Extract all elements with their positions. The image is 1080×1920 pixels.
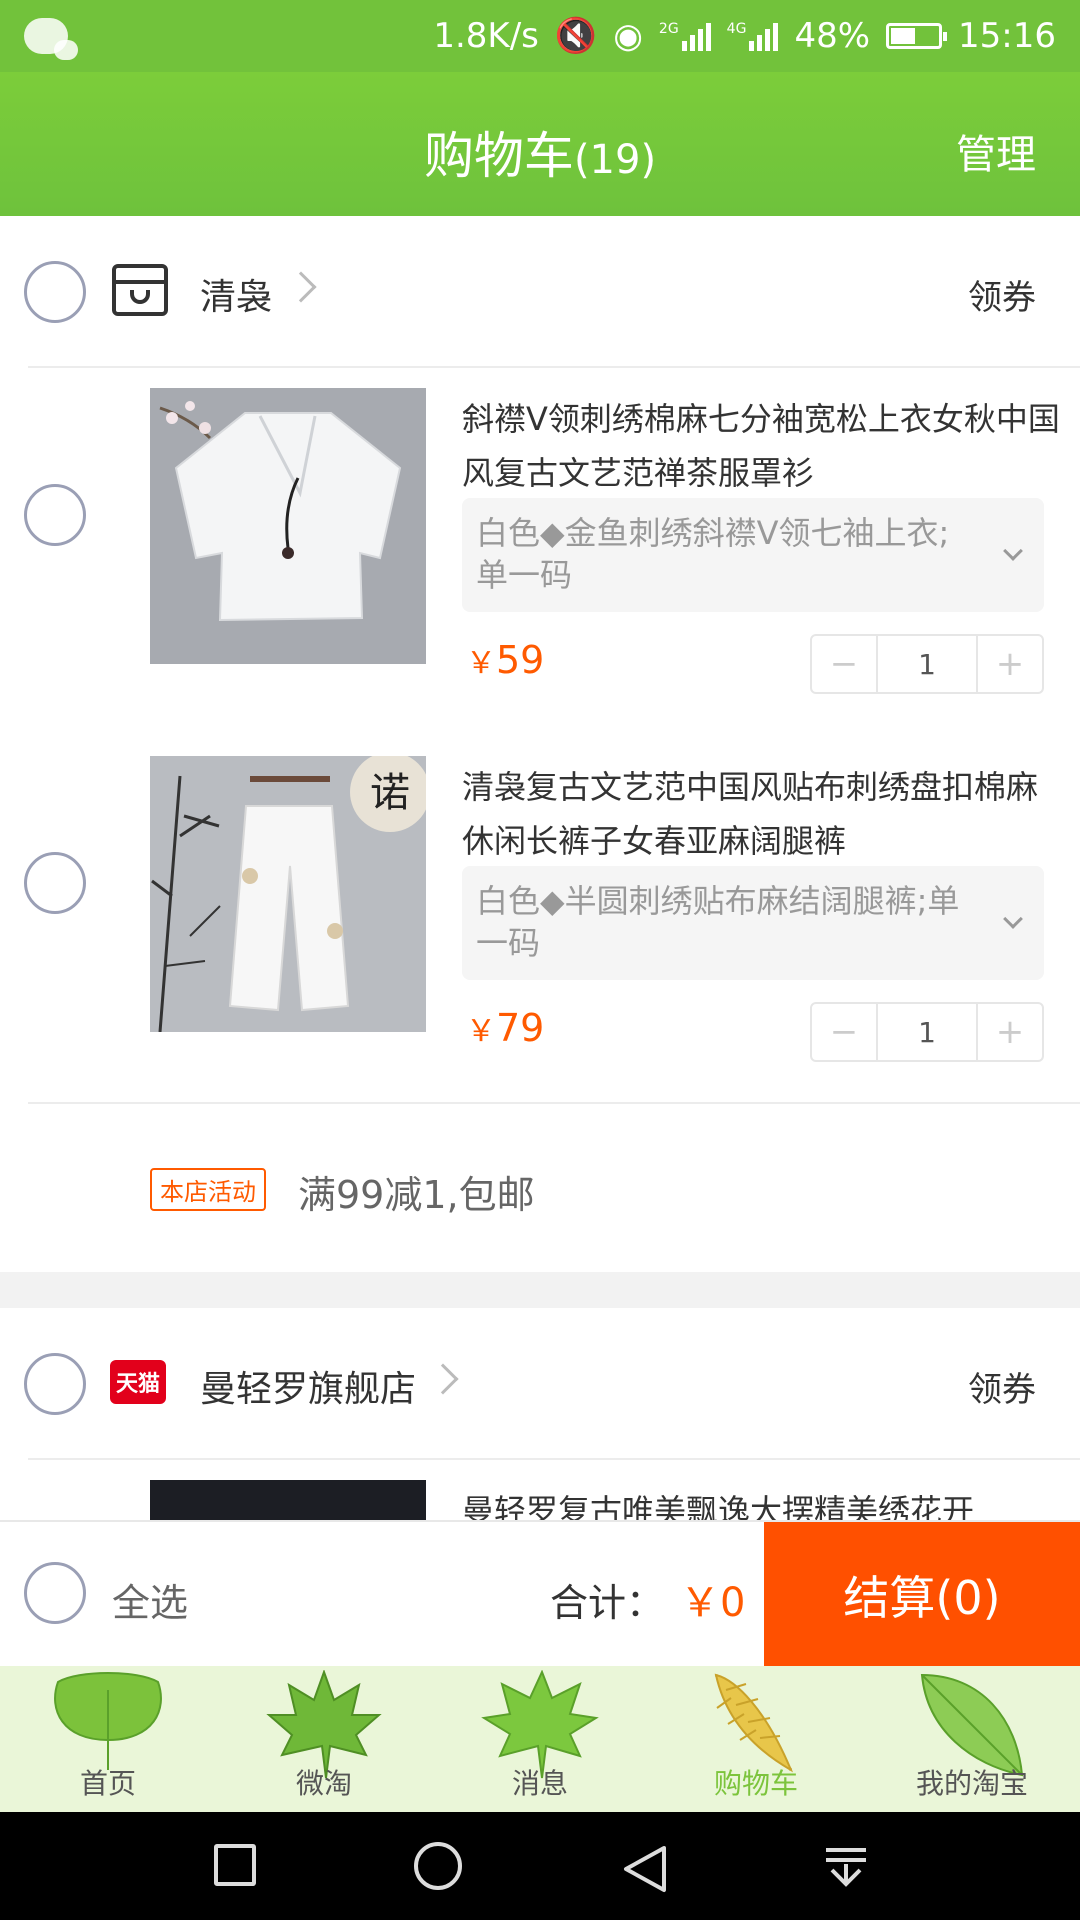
- manage-button[interactable]: 管理: [956, 122, 1036, 180]
- status-bar: 1.8K/s 🔇 ◉ 2G 4G 48% 15:16: [0, 0, 1080, 72]
- sku-selector[interactable]: 白色◆半圆刺绣贴布麻结阔腿裤;单一码: [462, 866, 1044, 980]
- total-value: ￥0: [680, 1580, 746, 1626]
- shop-promotion[interactable]: 本店活动 满99减1,包邮: [0, 1104, 1080, 1272]
- product-title[interactable]: 斜襟V领刺绣棉麻七分袖宽松上衣女秋中国风复古文艺范禅茶服罩衫: [462, 392, 1062, 500]
- checkout-bar: 全选 合计： ￥0 结算(0): [0, 1520, 1080, 1668]
- notification-pulldown-icon[interactable]: [822, 1844, 870, 1892]
- product-image[interactable]: [150, 388, 426, 664]
- promo-text: 满99减1,包邮: [298, 1173, 535, 1217]
- store-icon: [112, 264, 168, 316]
- coupon-button[interactable]: 领券: [968, 270, 1036, 319]
- quantity-value[interactable]: 1: [876, 636, 978, 692]
- section-gap: [0, 1272, 1080, 1308]
- signal-2g-label: 2G: [658, 21, 679, 37]
- network-speed: 1.8K/s: [433, 16, 539, 56]
- chevron-down-icon: [1003, 909, 1023, 929]
- shop-header: 清袅 领券: [0, 216, 1080, 368]
- decrease-button[interactable]: −: [812, 1004, 876, 1060]
- clock: 15:16: [958, 16, 1056, 56]
- decrease-button[interactable]: −: [812, 636, 876, 692]
- svg-text:诺: 诺: [370, 770, 410, 816]
- battery-icon: [886, 23, 948, 49]
- shop-select-radio[interactable]: [24, 261, 86, 323]
- shop-name[interactable]: 清袅: [200, 268, 272, 320]
- promo-tag: 本店活动: [150, 1168, 266, 1211]
- wechat-icon: [24, 18, 78, 60]
- select-all-label[interactable]: 全选: [112, 1572, 188, 1627]
- tab-home[interactable]: 首页: [0, 1666, 216, 1812]
- quantity-stepper: − 1 +: [810, 634, 1044, 694]
- product-image[interactable]: 诺: [150, 756, 426, 1032]
- tab-weitao[interactable]: 微淘: [216, 1666, 432, 1812]
- sku-text: 白色◆金鱼刺绣斜襟V领七袖上衣;单一码: [476, 514, 950, 594]
- tab-label: 我的淘宝: [915, 1767, 1028, 1800]
- cart-item[interactable]: 斜襟V领刺绣棉麻七分袖宽松上衣女秋中国风复古文艺范禅茶服罩衫 白色◆金鱼刺绣斜襟…: [0, 368, 1080, 736]
- product-price: ￥79: [466, 1006, 544, 1050]
- cart-count: (19): [573, 137, 657, 183]
- tab-cart[interactable]: 购物车: [648, 1666, 864, 1812]
- quantity-value[interactable]: 1: [876, 1004, 978, 1060]
- back-icon[interactable]: [620, 1844, 670, 1894]
- signal-2g-icon: 2G: [659, 21, 711, 51]
- select-all-radio[interactable]: [24, 1562, 86, 1624]
- cart-list[interactable]: 清袅 领券 斜襟V领刺绣棉麻七分袖宽松上衣女秋中国风复古文艺范禅茶服罩衫 白色◆…: [0, 216, 1080, 1520]
- home-icon[interactable]: [414, 1842, 462, 1890]
- chevron-right-icon: [427, 1363, 459, 1395]
- tab-my-taobao[interactable]: 我的淘宝: [864, 1666, 1080, 1812]
- shop-select-radio[interactable]: [24, 1353, 86, 1415]
- page-title: 购物车(19): [0, 116, 1080, 188]
- tab-label: 购物车: [713, 1767, 798, 1800]
- mute-icon: 🔇: [554, 16, 598, 56]
- tmall-icon: 天猫: [110, 1360, 166, 1404]
- system-nav-bar: [0, 1812, 1080, 1920]
- increase-button[interactable]: +: [978, 1004, 1042, 1060]
- total-label: 合计：: [550, 1581, 665, 1625]
- cart-item[interactable]: 曼轻罗复古唯美飘逸大摆精美绣花开: [0, 1460, 1080, 1520]
- bottom-tab-bar: 首页 微淘 消息 购物车 我的淘宝: [0, 1666, 1080, 1812]
- increase-button[interactable]: +: [978, 636, 1042, 692]
- battery-percent: 48%: [794, 16, 871, 56]
- sku-text: 白色◆半圆刺绣贴布麻结阔腿裤;单一码: [476, 882, 960, 962]
- page-title-text: 购物车: [423, 127, 574, 185]
- currency-symbol: ￥: [466, 1014, 496, 1049]
- price-value: 59: [496, 638, 545, 682]
- item-select-radio[interactable]: [24, 484, 86, 546]
- eye-icon: ◉: [613, 16, 643, 56]
- status-right: 1.8K/s 🔇 ◉ 2G 4G 48% 15:16: [433, 16, 1056, 56]
- signal-4g-label: 4G: [726, 21, 747, 37]
- chevron-right-icon: [285, 271, 317, 303]
- product-title[interactable]: 清袅复古文艺范中国风贴布刺绣盘扣棉麻休闲长裤子女春亚麻阔腿裤: [462, 760, 1062, 868]
- product-title[interactable]: 曼轻罗复古唯美飘逸大摆精美绣花开: [462, 1484, 1062, 1520]
- recent-apps-icon[interactable]: [214, 1844, 256, 1886]
- checkout-button[interactable]: 结算(0): [764, 1522, 1080, 1668]
- product-price: ￥59: [466, 638, 544, 682]
- item-select-radio[interactable]: [24, 852, 86, 914]
- currency-symbol: ￥: [466, 646, 496, 681]
- price-value: 79: [496, 1006, 545, 1050]
- chevron-down-icon: [1003, 541, 1023, 561]
- product-image[interactable]: [150, 1480, 426, 1520]
- tab-label: 首页: [79, 1767, 136, 1800]
- cart-item[interactable]: 诺 清袅复古文艺范中国风贴布刺绣盘扣棉麻休闲长裤子女春亚麻阔腿裤 白色◆半圆刺绣…: [0, 736, 1080, 1104]
- quantity-stepper: − 1 +: [810, 1002, 1044, 1062]
- cart-header: 购物车(19) 管理: [0, 72, 1080, 216]
- sku-selector[interactable]: 白色◆金鱼刺绣斜襟V领七袖上衣;单一码: [462, 498, 1044, 612]
- tab-label: 消息: [511, 1767, 568, 1800]
- tab-label: 微淘: [295, 1767, 352, 1800]
- tab-messages[interactable]: 消息: [432, 1666, 648, 1812]
- coupon-button[interactable]: 领券: [968, 1362, 1036, 1411]
- shop-name[interactable]: 曼轻罗旗舰店: [200, 1360, 416, 1412]
- signal-4g-icon: 4G: [727, 21, 779, 51]
- shop-header: 天猫 曼轻罗旗舰店 领券: [0, 1308, 1080, 1460]
